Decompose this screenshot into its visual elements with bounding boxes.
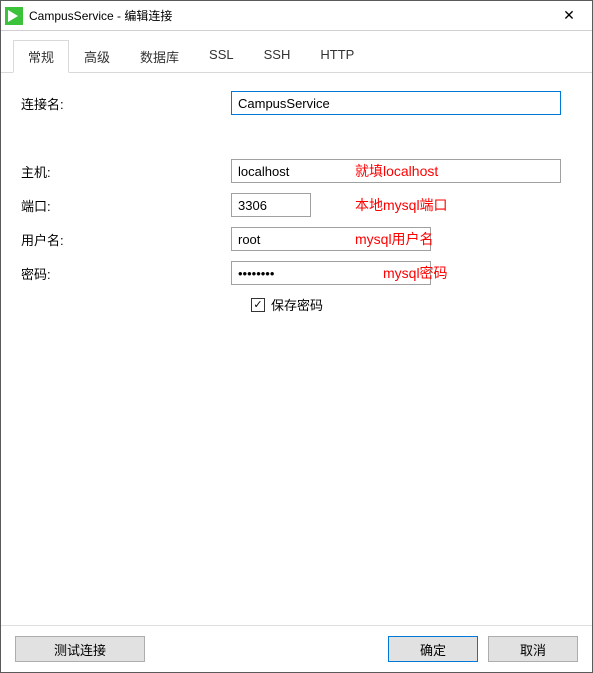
window-title: CampusService - 编辑连接 [29,7,546,24]
tab-http[interactable]: HTTP [305,40,369,73]
row-password: 密码: mysql密码 [21,261,572,285]
tab-general[interactable]: 常规 [13,40,69,73]
test-connection-button[interactable]: 测试连接 [15,636,145,662]
annotation-port: 本地mysql端口 [355,195,448,215]
dialog-footer: 测试连接 确定 取消 [1,625,592,672]
tab-label: 常规 [28,50,54,65]
save-password-label: 保存密码 [271,295,323,314]
annotation-host: 就填localhost [355,161,438,181]
host-label: 主机: [21,162,231,181]
annotation-password: mysql密码 [383,263,448,283]
tab-label: SSL [209,47,234,62]
row-connection-name: 连接名: [21,91,572,115]
cancel-button[interactable]: 取消 [488,636,578,662]
row-user: 用户名: mysql用户名 [21,227,572,251]
tab-advanced[interactable]: 高级 [69,40,125,73]
tab-ssl[interactable]: SSL [194,40,249,73]
row-save-password: ✓ 保存密码 [251,295,572,314]
user-label: 用户名: [21,230,231,249]
tab-label: 数据库 [140,50,179,65]
dialog-window: CampusService - 编辑连接 ✕ 常规 高级 数据库 SSL SSH… [0,0,593,673]
port-label: 端口: [21,196,231,215]
save-password-checkbox[interactable]: ✓ [251,298,265,312]
tab-ssh[interactable]: SSH [249,40,306,73]
annotation-user: mysql用户名 [355,229,434,249]
close-button[interactable]: ✕ [546,1,592,30]
tab-bar: 常规 高级 数据库 SSL SSH HTTP [1,39,592,73]
tab-database[interactable]: 数据库 [125,40,194,73]
tab-label: 高级 [84,50,110,65]
port-input[interactable] [231,193,311,217]
close-icon: ✕ [563,7,575,24]
row-host: 主机: 就填localhost [21,159,572,183]
tab-content: 连接名: 主机: 就填localhost 端口: 本地mysql端口 用户名: … [1,73,592,625]
tab-label: HTTP [320,47,354,62]
tab-label: SSH [264,47,291,62]
connection-name-input[interactable] [231,91,561,115]
app-icon [5,7,23,25]
ok-button[interactable]: 确定 [388,636,478,662]
titlebar: CampusService - 编辑连接 ✕ [1,1,592,31]
password-label: 密码: [21,264,231,283]
connection-name-label: 连接名: [21,94,231,113]
row-port: 端口: 本地mysql端口 [21,193,572,217]
